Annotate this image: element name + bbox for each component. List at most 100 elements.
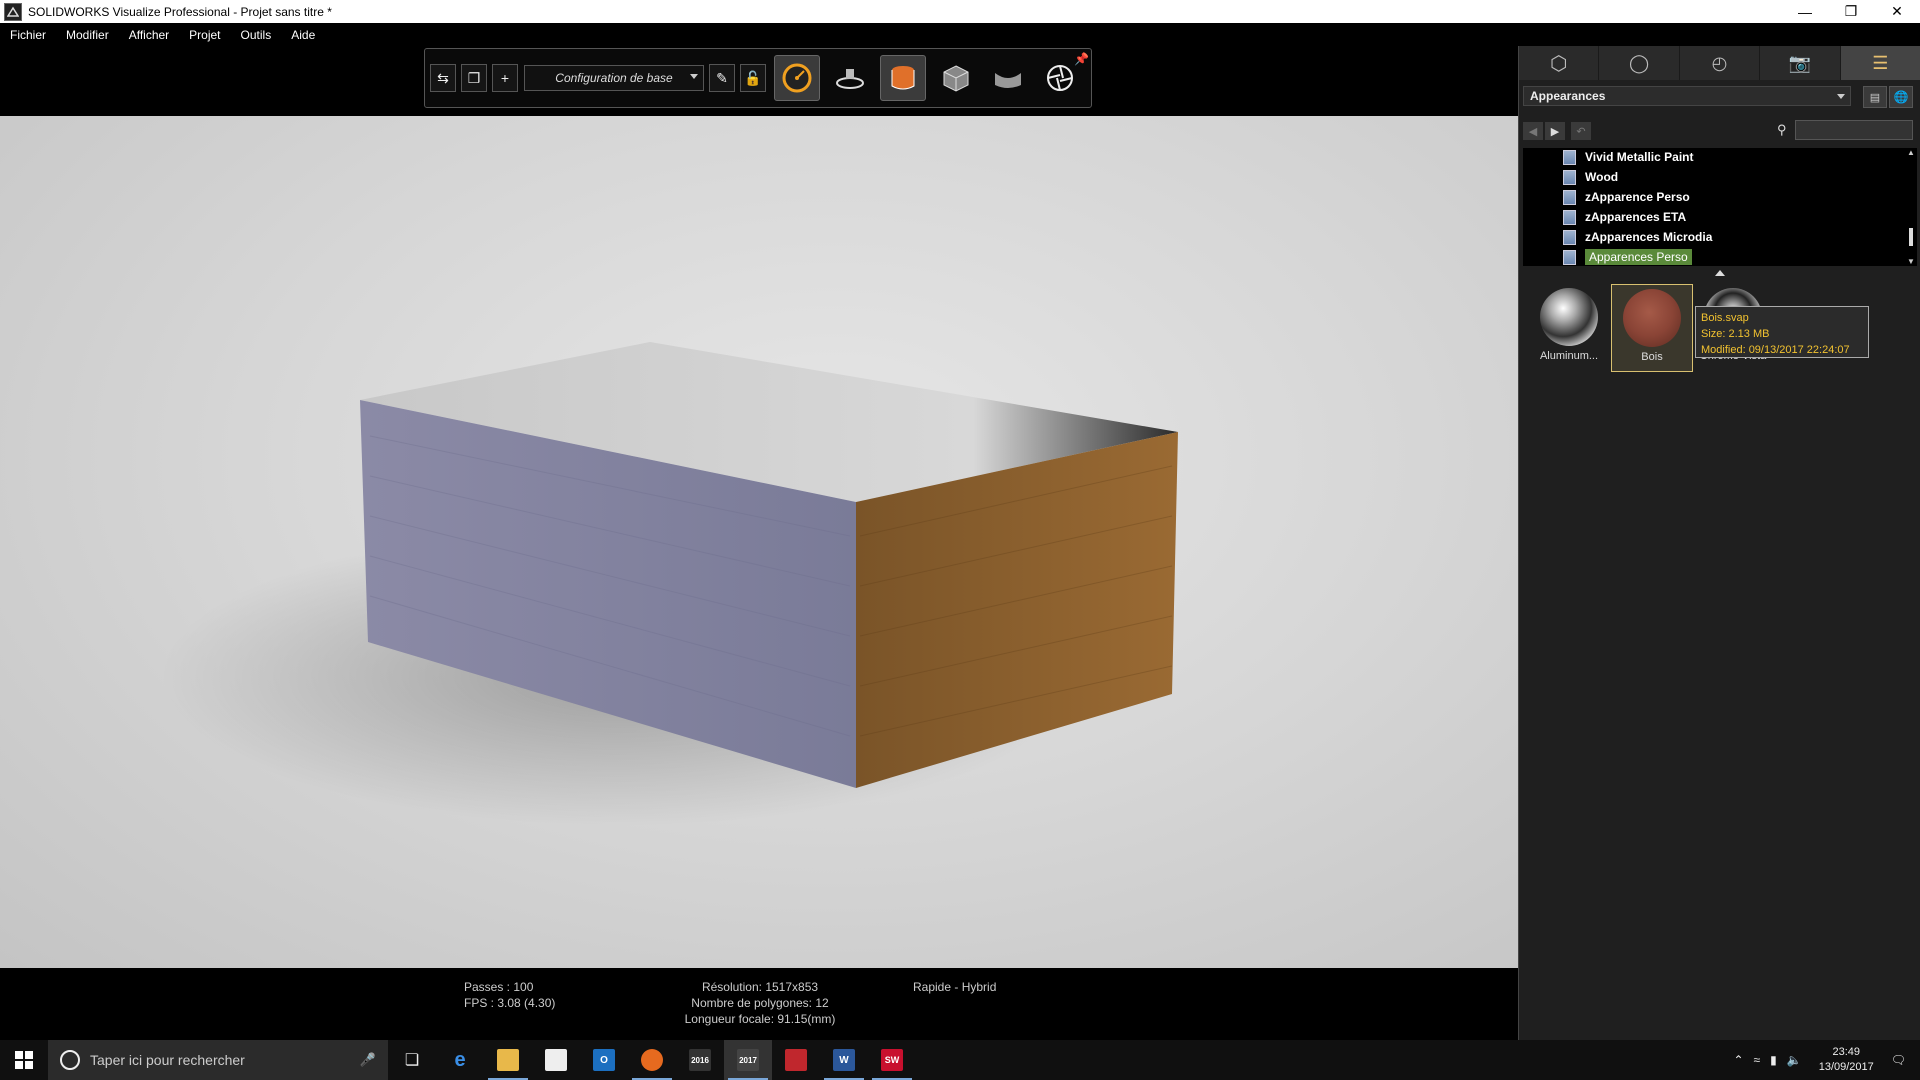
file-explorer-button[interactable] bbox=[484, 1040, 532, 1080]
status-bar: Passes : 100 FPS : 3.08 (4.30) Résolutio… bbox=[0, 968, 1518, 1040]
library-type-select[interactable]: Appearances bbox=[1523, 86, 1851, 106]
title-bar: SOLIDWORKS Visualize Professional - Proj… bbox=[0, 0, 1920, 23]
menu-aide[interactable]: Aide bbox=[281, 28, 325, 42]
back-button[interactable]: ◀ bbox=[1523, 122, 1543, 140]
cloud-library-button[interactable]: 🌐 bbox=[1889, 86, 1913, 108]
scroll-thumb[interactable] bbox=[1909, 228, 1913, 246]
pin-icon[interactable]: 📌 bbox=[1074, 52, 1089, 66]
folder-icon bbox=[1563, 229, 1576, 245]
outlook-icon: O bbox=[593, 1049, 615, 1071]
visualize-2016-button[interactable]: 2016 bbox=[676, 1040, 724, 1080]
tab-appearances-db[interactable]: ◯ bbox=[1599, 46, 1680, 80]
environment-tool-button[interactable] bbox=[986, 56, 1030, 100]
forward-button[interactable]: ▶ bbox=[1545, 122, 1565, 140]
render-speed-button[interactable] bbox=[774, 55, 820, 101]
battery-icon[interactable]: ▮ bbox=[1770, 1053, 1777, 1067]
minimize-button[interactable]: — bbox=[1782, 0, 1828, 23]
scroll-up-icon[interactable]: ▲ bbox=[1907, 148, 1915, 157]
tab-cameras[interactable]: 📷 bbox=[1760, 46, 1841, 80]
globe-icon: 🌐 bbox=[1893, 90, 1909, 104]
aluminum-sphere bbox=[1540, 288, 1598, 346]
solidworks-icon: SW bbox=[881, 1049, 903, 1071]
menu-afficher[interactable]: Afficher bbox=[119, 28, 179, 42]
menu-fichier[interactable]: Fichier bbox=[0, 28, 56, 42]
status-passes: Passes : 100 bbox=[464, 980, 534, 994]
folder-icon bbox=[1563, 249, 1576, 265]
tab-models[interactable]: ⬡ bbox=[1519, 46, 1600, 80]
restore-button[interactable]: ❐ bbox=[1828, 0, 1874, 23]
thumbnail-label: Aluminum... bbox=[1539, 350, 1599, 362]
tree-item[interactable]: Vivid Metallic Paint bbox=[1563, 148, 1693, 166]
tree-item[interactable]: zApparence Perso bbox=[1563, 188, 1690, 206]
status-render-mode: Rapide - Hybrid bbox=[913, 980, 997, 994]
palette-panel: ⬡ ◯ ◴ 📷 ☰ Appearances ▤ 🌐 ◀ ▶ ↶ ⚲ Vivid … bbox=[1518, 46, 1920, 1040]
aperture-icon bbox=[1047, 65, 1073, 91]
model-tool-button[interactable] bbox=[934, 56, 978, 100]
appearance-thumbnail-selected[interactable]: Bois bbox=[1611, 284, 1693, 372]
firefox-button[interactable] bbox=[628, 1040, 676, 1080]
layers-icon: ☰ bbox=[1872, 52, 1889, 73]
window-title: SOLIDWORKS Visualize Professional - Proj… bbox=[28, 4, 332, 19]
microphone-icon[interactable]: 🎤 bbox=[360, 1052, 376, 1068]
3d-viewport[interactable] bbox=[0, 116, 1518, 968]
menu-outils[interactable]: Outils bbox=[231, 28, 282, 42]
word-button[interactable]: W bbox=[820, 1040, 868, 1080]
windows-logo-icon bbox=[15, 1051, 33, 1069]
tree-item[interactable]: zApparences ETA bbox=[1563, 208, 1686, 226]
acrobat-button[interactable] bbox=[772, 1040, 820, 1080]
swap-icon[interactable]: ⇆ bbox=[430, 64, 456, 92]
clock[interactable]: 23:49 13/09/2017 bbox=[1819, 1045, 1874, 1075]
edge-button[interactable]: e bbox=[436, 1040, 484, 1080]
thumbnail-tooltip: Bois.svap Size: 2.13 MB Modified: 09/13/… bbox=[1695, 306, 1869, 358]
tree-item[interactable]: Wood bbox=[1563, 168, 1618, 186]
wifi-icon[interactable]: ≈ bbox=[1754, 1053, 1761, 1067]
scroll-down-icon[interactable]: ▼ bbox=[1907, 257, 1915, 266]
tab-library[interactable]: ☰ bbox=[1840, 46, 1920, 80]
chevron-up-icon[interactable]: ⌃ bbox=[1733, 1053, 1743, 1067]
visualize-2017-button[interactable]: 2017 bbox=[724, 1040, 772, 1080]
turntable-button[interactable] bbox=[828, 56, 872, 100]
status-polygons: Nombre de polygones: 12 bbox=[691, 996, 829, 1010]
collapse-tree-icon[interactable] bbox=[1715, 270, 1725, 276]
wood-sphere bbox=[1623, 289, 1681, 347]
task-view-button[interactable]: ❏ bbox=[388, 1040, 436, 1080]
configuration-label: Configuration de base bbox=[555, 71, 673, 85]
menu-bar: Fichier Modifier Afficher Projet Outils … bbox=[0, 23, 1920, 46]
tree-item-label: Wood bbox=[1585, 170, 1619, 184]
menu-modifier[interactable]: Modifier bbox=[56, 28, 119, 42]
up-folder-button[interactable]: ↶ bbox=[1571, 122, 1591, 140]
store-button[interactable] bbox=[532, 1040, 580, 1080]
outlook-button[interactable]: O bbox=[580, 1040, 628, 1080]
configuration-select[interactable]: Configuration de base bbox=[524, 65, 704, 91]
folder-icon bbox=[1563, 189, 1576, 205]
add-icon[interactable]: + bbox=[492, 64, 518, 92]
menu-projet[interactable]: Projet bbox=[179, 28, 230, 42]
volume-icon[interactable]: 🔈 bbox=[1787, 1053, 1802, 1067]
start-button[interactable] bbox=[0, 1040, 48, 1080]
solidworks-button[interactable]: SW bbox=[868, 1040, 916, 1080]
pencil-icon[interactable]: ✎ bbox=[709, 64, 735, 92]
status-resolution: Résolution: 1517x853 bbox=[701, 980, 819, 994]
tree-item[interactable]: zApparences Microdia bbox=[1563, 228, 1712, 246]
tree-item-selected[interactable]: Apparences Perso bbox=[1563, 248, 1692, 266]
clock-time: 23:49 bbox=[1832, 1046, 1860, 1058]
visualize-2016-icon: 2016 bbox=[689, 1049, 711, 1071]
close-button[interactable]: ✕ bbox=[1874, 0, 1920, 23]
local-library-button[interactable]: ▤ bbox=[1863, 86, 1887, 108]
tab-scenes[interactable]: ◴ bbox=[1680, 46, 1761, 80]
copy-icon[interactable]: ❐ bbox=[461, 64, 487, 92]
pdf-icon bbox=[785, 1049, 807, 1071]
appearance-tool-button[interactable] bbox=[880, 55, 926, 101]
tree-item-label: zApparences Microdia bbox=[1585, 230, 1713, 244]
library-search-input[interactable] bbox=[1795, 120, 1913, 140]
notifications-icon[interactable]: 🗨 bbox=[1891, 1053, 1906, 1067]
taskbar-search[interactable]: Taper ici pour rechercher 🎤 bbox=[48, 1040, 388, 1080]
appearance-thumbnail[interactable]: Aluminum... bbox=[1529, 284, 1609, 370]
library-type-label: Appearances bbox=[1530, 89, 1606, 103]
tree-scrollbar[interactable]: ▲ ▼ bbox=[1907, 148, 1915, 266]
cube-icon: ⬡ bbox=[1549, 52, 1568, 75]
unlock-icon[interactable]: 🔓 bbox=[740, 64, 766, 92]
folder-db-icon: ▤ bbox=[1869, 91, 1881, 104]
tree-item-label: zApparence Perso bbox=[1585, 190, 1690, 204]
cortana-icon bbox=[60, 1050, 80, 1070]
